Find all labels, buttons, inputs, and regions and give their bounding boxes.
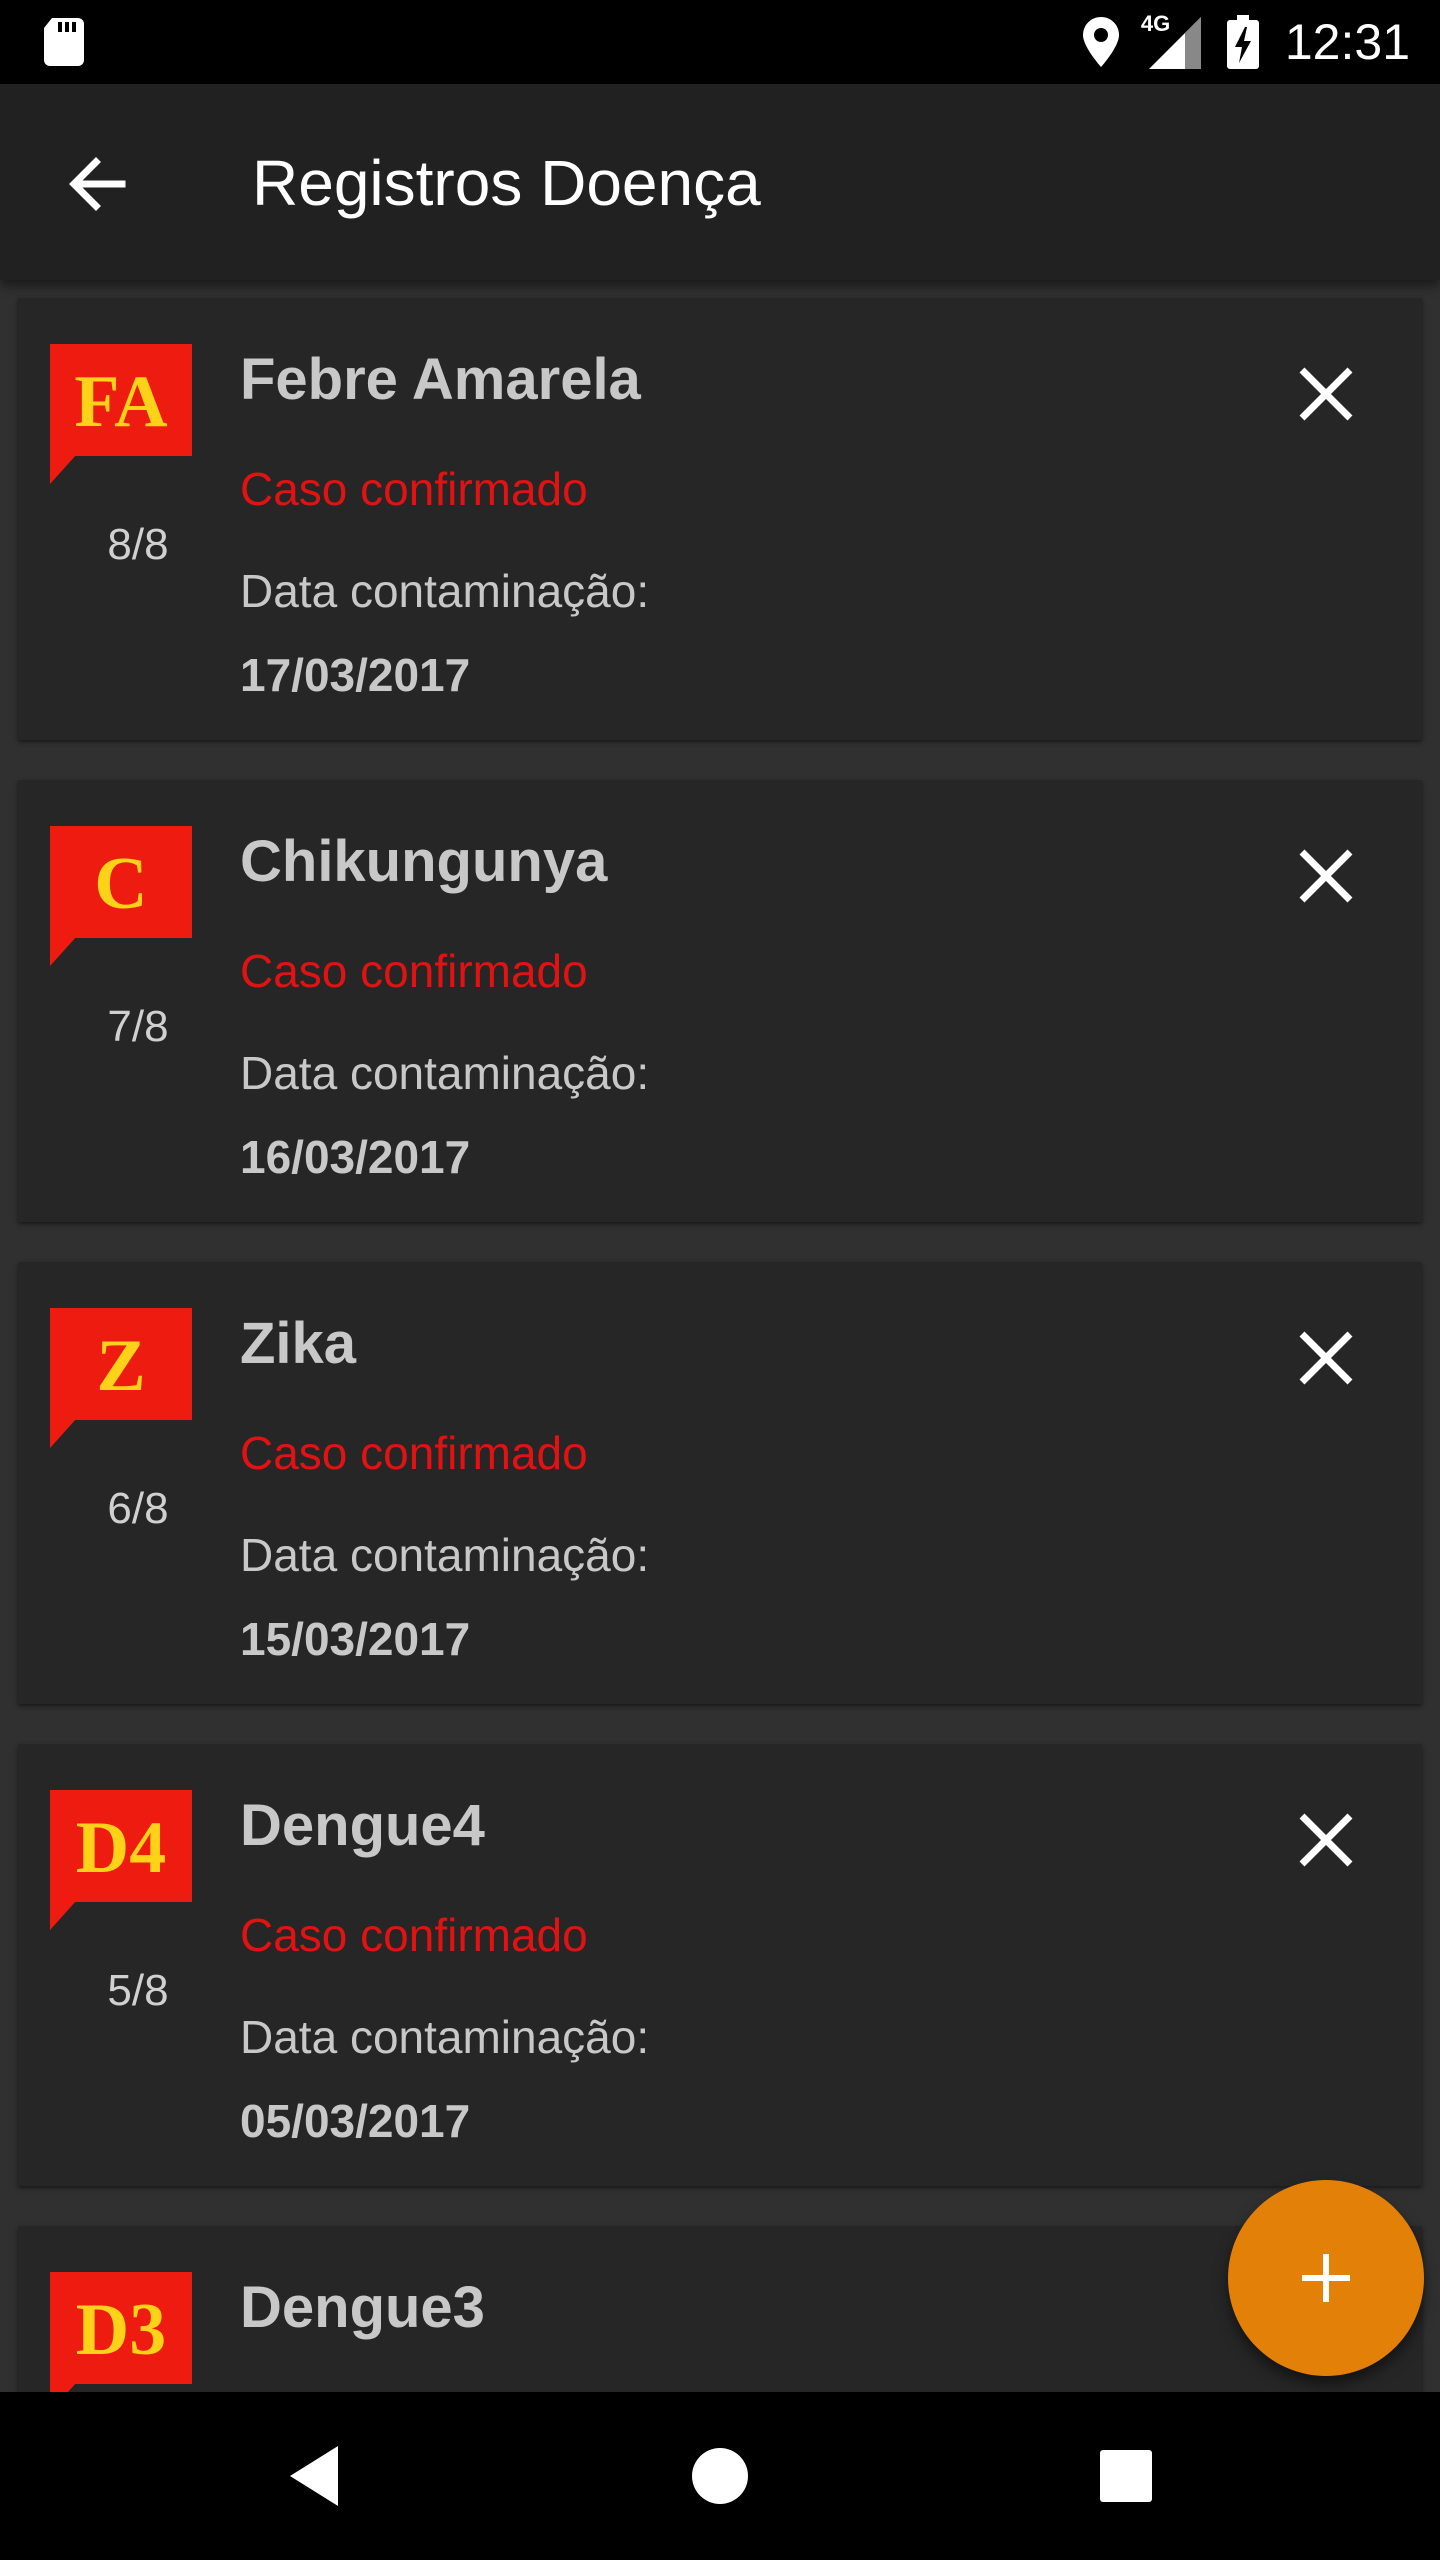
badge-text: C <box>94 843 147 925</box>
disease-badge-icon: Z <box>50 1308 192 1448</box>
disease-name: Zika <box>240 1311 357 1376</box>
record-card[interactable]: D3 Dengue3 <box>18 2226 1422 2392</box>
close-icon[interactable] <box>1286 1318 1366 1398</box>
close-icon[interactable] <box>1286 836 1366 916</box>
contamination-date-label: Data contaminação: <box>240 565 650 617</box>
signal-icon: 4G <box>1141 11 1201 69</box>
disease-badge-icon: FA <box>50 344 192 484</box>
contamination-date: 15/03/2017 <box>240 1613 471 1665</box>
plus-icon <box>1302 2254 1350 2302</box>
close-icon[interactable] <box>1286 354 1366 434</box>
app-bar: Registros Doença <box>0 84 1440 280</box>
close-icon[interactable] <box>1286 1800 1366 1880</box>
contamination-date: 05/03/2017 <box>240 2095 471 2147</box>
case-status: Caso confirmado <box>240 945 588 997</box>
record-card[interactable]: Z 6/8 Zika Caso confirmado Data contamin… <box>18 1262 1422 1704</box>
contamination-date-label: Data contaminação: <box>240 2011 650 2063</box>
case-status: Caso confirmado <box>240 1427 588 1479</box>
disease-name: Febre Amarela <box>240 347 641 412</box>
sd-card-icon <box>44 18 84 66</box>
record-counter: 6/8 <box>107 1484 169 1533</box>
badge-text: D4 <box>76 1807 166 1889</box>
record-counter: 5/8 <box>107 1966 169 2015</box>
contamination-date-label: Data contaminação: <box>240 1529 650 1581</box>
contamination-date: 17/03/2017 <box>240 649 471 701</box>
battery-charging-icon <box>1226 15 1259 69</box>
record-card[interactable]: C 7/8 Chikungunya Caso confirmado Data c… <box>18 780 1422 1222</box>
square-recents-icon[interactable] <box>1086 2436 1166 2516</box>
badge-text: Z <box>96 1325 145 1407</box>
record-card[interactable]: D4 5/8 Dengue4 Caso confirmado Data cont… <box>18 1744 1422 2186</box>
network-type-label: 4G <box>1140 11 1171 36</box>
record-counter: 8/8 <box>107 520 169 569</box>
disease-name: Dengue3 <box>240 2275 485 2340</box>
add-record-button[interactable] <box>1228 2180 1424 2376</box>
case-status: Caso confirmado <box>240 1909 588 1961</box>
status-bar: 4G 12:31 <box>0 0 1440 84</box>
page-title: Registros Doença <box>252 147 761 219</box>
contamination-date: 16/03/2017 <box>240 1131 471 1183</box>
contamination-date-label: Data contaminação: <box>240 1047 650 1099</box>
badge-text: FA <box>74 361 167 443</box>
record-card[interactable]: FA 8/8 Febre Amarela Caso confirmado Dat… <box>18 298 1422 740</box>
triangle-back-icon[interactable] <box>276 2436 356 2516</box>
disease-badge-icon: D4 <box>50 1790 192 1930</box>
case-status: Caso confirmado <box>240 463 588 515</box>
badge-text: D3 <box>76 2289 166 2371</box>
location-icon <box>1082 17 1119 67</box>
disease-badge-icon: D3 <box>50 2272 192 2392</box>
disease-name: Chikungunya <box>240 829 608 894</box>
circle-home-icon[interactable] <box>680 2436 760 2516</box>
system-nav-bar <box>0 2392 1440 2560</box>
disease-name: Dengue4 <box>240 1793 485 1858</box>
disease-badge-icon: C <box>50 826 192 966</box>
records-list[interactable]: FA 8/8 Febre Amarela Caso confirmado Dat… <box>0 280 1440 2392</box>
arrow-back-icon[interactable] <box>58 144 138 224</box>
record-counter: 7/8 <box>107 1002 169 1051</box>
status-time: 12:31 <box>1284 14 1410 70</box>
